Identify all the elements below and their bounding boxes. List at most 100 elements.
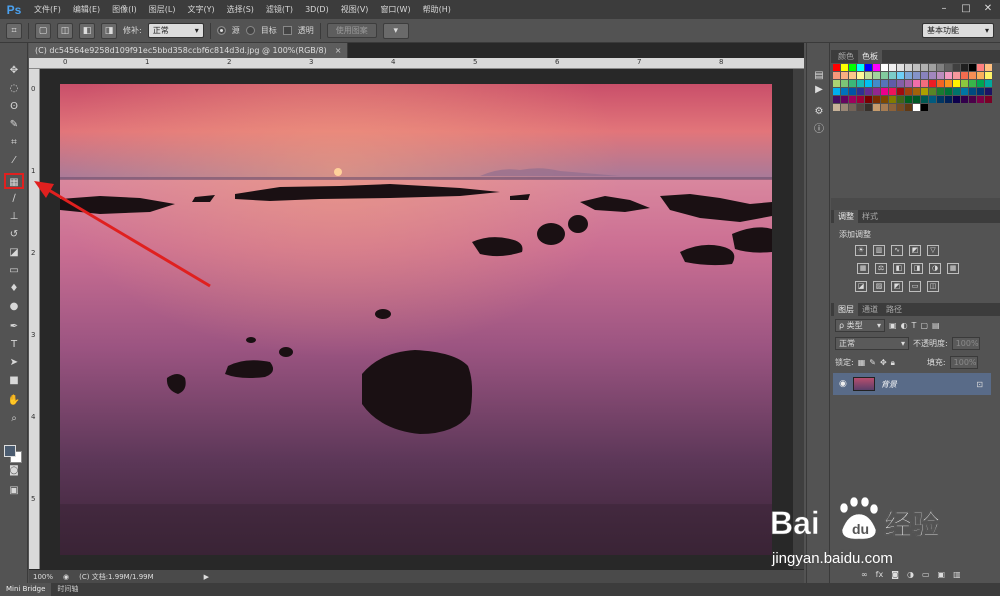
selective-color-icon[interactable]: ◫ xyxy=(927,281,939,292)
filter-adjust-icon[interactable]: ◐ xyxy=(901,321,908,330)
color-swatch[interactable] xyxy=(921,64,928,71)
document-tab[interactable]: (C) dc54564e9258d109f91ec5bbd358ccbf6c81… xyxy=(29,43,349,58)
use-pattern-button[interactable]: 使用图案 xyxy=(326,23,377,38)
color-swatch[interactable] xyxy=(849,88,856,95)
color-swatch[interactable] xyxy=(953,88,960,95)
transparent-checkbox[interactable] xyxy=(282,26,292,35)
color-swatch[interactable] xyxy=(849,104,856,111)
color-swatch[interactable] xyxy=(969,104,976,111)
color-swatch[interactable] xyxy=(961,88,968,95)
channel-mixer-icon[interactable]: ◑ xyxy=(929,263,941,274)
color-swatch[interactable] xyxy=(921,104,928,111)
shape-tool-icon[interactable]: ■ xyxy=(4,373,24,389)
eye-icon[interactable]: ◉ xyxy=(839,379,847,389)
layer-row-background[interactable]: ◉ 背景 ⊡ xyxy=(833,373,991,395)
menu-image[interactable]: 图像(I) xyxy=(106,4,143,15)
intersect-selection-icon[interactable]: ◨ xyxy=(101,22,117,39)
gradient-tool-icon[interactable]: ▭ xyxy=(4,263,24,279)
color-swatch[interactable] xyxy=(961,80,968,87)
lock-all-icon[interactable]: 🔒︎ xyxy=(891,358,895,368)
color-swatch[interactable] xyxy=(977,64,984,71)
color-swatch[interactable] xyxy=(985,96,992,103)
color-swatch[interactable] xyxy=(881,88,888,95)
tab-styles[interactable]: 样式 xyxy=(858,210,882,223)
color-swatch[interactable] xyxy=(857,88,864,95)
color-swatch[interactable] xyxy=(913,72,920,79)
color-swatch[interactable] xyxy=(929,64,936,71)
type-tool-icon[interactable]: T xyxy=(4,337,24,353)
color-swatch[interactable] xyxy=(833,88,840,95)
patch-tool-icon[interactable]: ▦ xyxy=(4,173,24,189)
color-swatch[interactable] xyxy=(913,64,920,71)
color-swatch[interactable] xyxy=(961,72,968,79)
color-swatch[interactable] xyxy=(913,96,920,103)
color-swatch[interactable] xyxy=(841,96,848,103)
pen-tool-icon[interactable]: ✒ xyxy=(4,319,24,335)
color-swatch[interactable] xyxy=(945,96,952,103)
color-swatch[interactable] xyxy=(857,72,864,79)
color-swatch[interactable] xyxy=(905,96,912,103)
color-swatch[interactable] xyxy=(897,80,904,87)
curves-icon[interactable]: ∿ xyxy=(891,245,903,256)
color-swatch[interactable] xyxy=(873,104,880,111)
color-swatch[interactable] xyxy=(857,64,864,71)
filter-pixel-icon[interactable]: ▣ xyxy=(889,321,897,330)
color-swatch[interactable] xyxy=(985,64,992,71)
filter-smart-icon[interactable]: ▤ xyxy=(932,321,940,330)
color-swatch[interactable] xyxy=(897,88,904,95)
color-swatch[interactable] xyxy=(833,96,840,103)
vibrance-icon[interactable]: ▽ xyxy=(927,245,939,256)
color-swatch[interactable] xyxy=(977,88,984,95)
lock-transparent-icon[interactable]: ▦ xyxy=(858,358,866,367)
color-swatch[interactable] xyxy=(977,72,984,79)
color-swatch[interactable] xyxy=(985,104,992,111)
color-swatch[interactable] xyxy=(865,80,872,87)
color-swatch[interactable] xyxy=(833,64,840,71)
workspace-select[interactable]: 基本功能 ▾ xyxy=(922,23,994,38)
color-lookup-icon[interactable]: ▦ xyxy=(947,263,959,274)
color-swatch[interactable] xyxy=(865,88,872,95)
blend-mode-select[interactable]: 正常 ▾ xyxy=(835,337,909,350)
color-swatch[interactable] xyxy=(969,88,976,95)
color-swatch[interactable] xyxy=(849,96,856,103)
lasso-tool-icon[interactable]: ʘ xyxy=(4,99,24,115)
opacity-input[interactable]: 100% xyxy=(951,337,980,350)
menu-filter[interactable]: 滤镜(T) xyxy=(260,4,299,15)
crop-tool-icon[interactable]: ⌗ xyxy=(4,135,24,151)
tab-color[interactable]: 颜色 xyxy=(834,50,858,63)
document-info[interactable]: (C) 文档:1.99M/1.99M xyxy=(79,572,154,582)
color-swatch[interactable] xyxy=(929,96,936,103)
color-swatch[interactable] xyxy=(841,80,848,87)
color-swatch[interactable] xyxy=(881,80,888,87)
tab-adjustments[interactable]: 调整 xyxy=(834,210,858,223)
gradient-map-icon[interactable]: ▭ xyxy=(909,281,921,292)
color-swatch[interactable] xyxy=(937,96,944,103)
tool-preset-icon[interactable]: ⌗ xyxy=(6,22,22,39)
color-swatch[interactable] xyxy=(841,72,848,79)
target-radio[interactable] xyxy=(245,26,255,35)
history-brush-tool-icon[interactable]: ↺ xyxy=(4,227,24,243)
menu-layer[interactable]: 图层(L) xyxy=(143,4,182,15)
color-swatch[interactable] xyxy=(913,88,920,95)
info-icon[interactable]: ⓘ xyxy=(811,123,827,137)
color-swatch[interactable] xyxy=(985,80,992,87)
color-swatch[interactable] xyxy=(937,104,944,111)
color-swatch[interactable] xyxy=(969,72,976,79)
color-swatch[interactable] xyxy=(945,88,952,95)
color-swatch[interactable] xyxy=(937,64,944,71)
menu-window[interactable]: 窗口(W) xyxy=(374,4,416,15)
color-swatch[interactable] xyxy=(921,72,928,79)
color-swatch[interactable] xyxy=(897,104,904,111)
color-swatch[interactable] xyxy=(889,80,896,87)
layer-filter-select[interactable]: ρ 类型 ▾ xyxy=(835,319,885,332)
color-swatch[interactable] xyxy=(945,72,952,79)
color-swatch[interactable] xyxy=(953,72,960,79)
color-swatch[interactable] xyxy=(985,72,992,79)
history-icon[interactable]: ▤ xyxy=(811,69,827,83)
color-swatch[interactable] xyxy=(833,80,840,87)
color-swatch[interactable] xyxy=(905,64,912,71)
eyedropper-tool-icon[interactable]: ⁄ xyxy=(4,153,24,169)
close-icon[interactable]: × xyxy=(335,46,342,55)
color-swatch[interactable] xyxy=(881,104,888,111)
color-swatch[interactable] xyxy=(953,96,960,103)
